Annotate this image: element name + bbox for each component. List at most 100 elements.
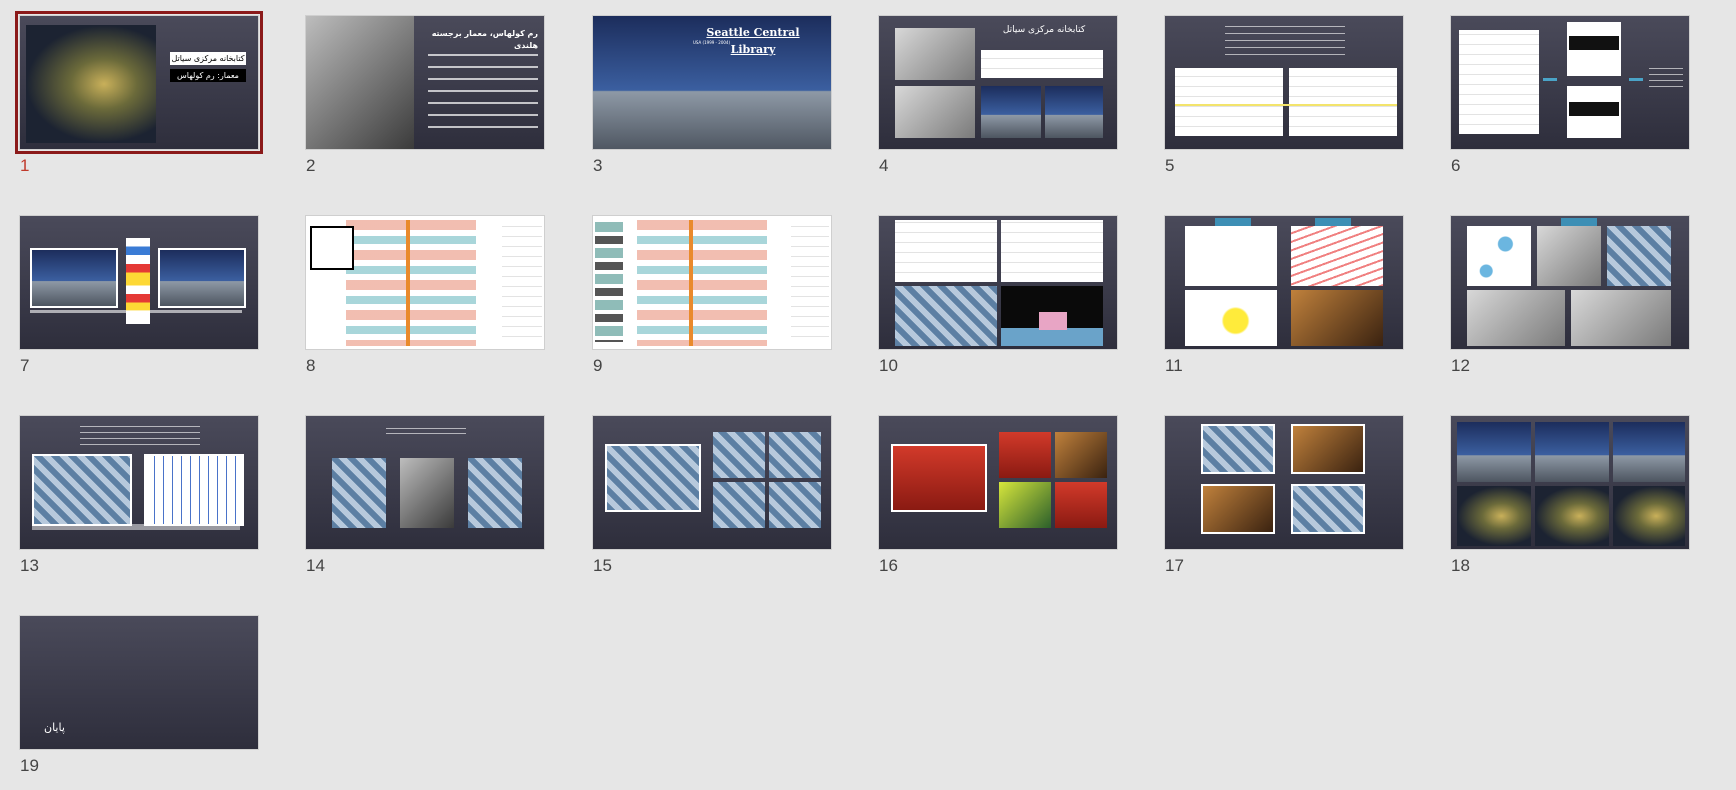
slide-15-preview — [592, 415, 832, 550]
structure-drawing — [144, 454, 244, 526]
arrow-right — [1629, 78, 1643, 81]
structure-photo — [32, 454, 132, 526]
side-plans — [502, 220, 542, 346]
facade-photo — [895, 286, 997, 346]
interior-photo-large — [605, 444, 701, 512]
slide-thumbnail-13[interactable]: 13 — [19, 415, 259, 585]
section-drawing-1 — [895, 220, 997, 282]
slide-number: 4 — [879, 156, 889, 175]
slide-2-preview: رم کولهاس، معمار برجسته هلندی — [305, 15, 545, 150]
exterior-photo-left — [30, 248, 118, 308]
slide-thumbnail-10[interactable]: 10 — [878, 215, 1118, 385]
program-diagram-right — [1289, 68, 1397, 136]
slide-10-preview — [878, 215, 1118, 350]
label-tab — [1561, 218, 1597, 226]
circulation-line — [406, 220, 410, 346]
slide-2-title: رم کولهاس، معمار برجسته هلندی — [431, 29, 538, 50]
program-diagram-left — [1175, 68, 1283, 136]
interior-photo-4 — [713, 482, 765, 528]
slide-thumbnail-19[interactable]: پایان 19 — [19, 615, 259, 785]
label-tab-left — [1215, 218, 1251, 226]
slide-thumbnail-4[interactable]: کتابخانه مرکزی سیاتل 4 — [878, 15, 1118, 185]
stack-diagram — [1459, 30, 1539, 134]
night-photo-2 — [1535, 486, 1609, 546]
exterior-photo — [981, 86, 1041, 138]
slide-19-title: پایان — [44, 721, 65, 734]
slide-thumbnail-12[interactable]: 12 — [1450, 215, 1690, 385]
slide-3-preview: Seattle Central Library USA (1999 - 2004… — [592, 15, 832, 150]
text-lines — [386, 428, 466, 438]
slide-number: 6 — [1451, 156, 1461, 175]
black-block-2 — [1569, 102, 1619, 116]
green-yellow-photo — [999, 482, 1051, 528]
slide-thumbnail-14[interactable]: 14 — [305, 415, 545, 585]
slide-thumbnail-8[interactable]: 8 — [305, 215, 545, 385]
slide-18-preview — [1450, 415, 1690, 550]
slide-thumbnail-18[interactable]: 18 — [1450, 415, 1690, 585]
slide-1-preview: کتابخانه مرکزی سیاتل معمار: رم کولهاس — [15, 11, 263, 154]
pink-volume — [1039, 312, 1067, 330]
slide-thumbnail-6[interactable]: 6 — [1450, 15, 1690, 185]
slide-8-preview — [305, 215, 545, 350]
axonometric-diagram — [637, 220, 767, 346]
slide-thumbnail-1[interactable]: کتابخانه مرکزی سیاتل معمار: رم کولهاس 1 — [15, 11, 263, 185]
diagram-bottom-left — [1185, 290, 1277, 346]
slide-number: 18 — [1451, 556, 1470, 575]
slide-17-preview — [1164, 415, 1404, 550]
slide-number: 7 — [20, 356, 30, 375]
slide-number: 16 — [879, 556, 898, 575]
slide-thumbnail-15[interactable]: 15 — [592, 415, 832, 585]
diagram-top-right — [1291, 226, 1383, 286]
slide-13-preview — [19, 415, 259, 550]
arrow-left — [1543, 78, 1557, 81]
label-tab-right — [1315, 218, 1351, 226]
library-night-photo — [26, 25, 156, 143]
koolhaas-portrait — [306, 16, 414, 149]
slide-5-preview — [1164, 15, 1404, 150]
night-photo-3 — [1613, 486, 1685, 546]
slide-number: 17 — [1165, 556, 1184, 575]
slide-16-preview — [878, 415, 1118, 550]
auditorium-photo — [1291, 424, 1365, 474]
red-stair-photo — [891, 444, 987, 512]
interior-photo-2 — [713, 432, 765, 478]
slide-4-title: کتابخانه مرکزی سیاتل — [1002, 25, 1086, 35]
black-block — [1569, 36, 1619, 50]
side-text-lines — [1649, 68, 1683, 92]
slide-thumbnail-11[interactable]: 11 — [1164, 215, 1404, 385]
material-photo-3 — [468, 458, 522, 528]
diagram-circles — [1467, 226, 1531, 286]
slide-19-preview: پایان — [19, 615, 259, 750]
slide-number: 10 — [879, 356, 898, 375]
slide-thumbnail-5[interactable]: 5 — [1164, 15, 1404, 185]
slide-thumbnail-2[interactable]: رم کولهاس، معمار برجسته هلندی 2 — [305, 15, 545, 185]
slide-number: 3 — [593, 156, 603, 175]
section-sketches — [1467, 290, 1565, 346]
model-photo-2 — [895, 86, 975, 138]
side-plans — [791, 220, 829, 346]
slide-thumbnail-16[interactable]: 16 — [878, 415, 1118, 585]
text-lines — [80, 426, 200, 450]
model-photo — [1537, 226, 1601, 286]
slide-6-preview — [1450, 15, 1690, 150]
interior-photo — [1607, 226, 1671, 286]
slide-thumbnail-17[interactable]: 17 — [1164, 415, 1404, 585]
children-area-photo — [1201, 484, 1275, 534]
slide-thumbnail-3[interactable]: Seattle Central Library USA (1999 - 2004… — [592, 15, 832, 185]
slide-thumbnail-9[interactable]: 9 — [592, 215, 832, 385]
exterior-photo-2 — [1045, 86, 1103, 138]
slide-sorter: کتابخانه مرکزی سیاتل معمار: رم کولهاس 1 … — [0, 0, 1736, 790]
model-photo — [895, 28, 975, 80]
bullet-lines — [428, 54, 538, 134]
slide-3-subtitle: USA (1999 - 2004) — [693, 40, 731, 45]
interior-photo — [1291, 290, 1383, 346]
slide-number: 8 — [306, 356, 316, 375]
interior-photo-5 — [769, 482, 821, 528]
slide-number: 9 — [593, 356, 603, 375]
slide-14-preview — [305, 415, 545, 550]
slide-number: 13 — [20, 556, 39, 575]
slide-thumbnail-7[interactable]: 7 — [19, 215, 259, 385]
highlight-line — [1175, 104, 1397, 106]
key-plan — [310, 226, 354, 270]
slide-number: 11 — [1165, 356, 1183, 375]
